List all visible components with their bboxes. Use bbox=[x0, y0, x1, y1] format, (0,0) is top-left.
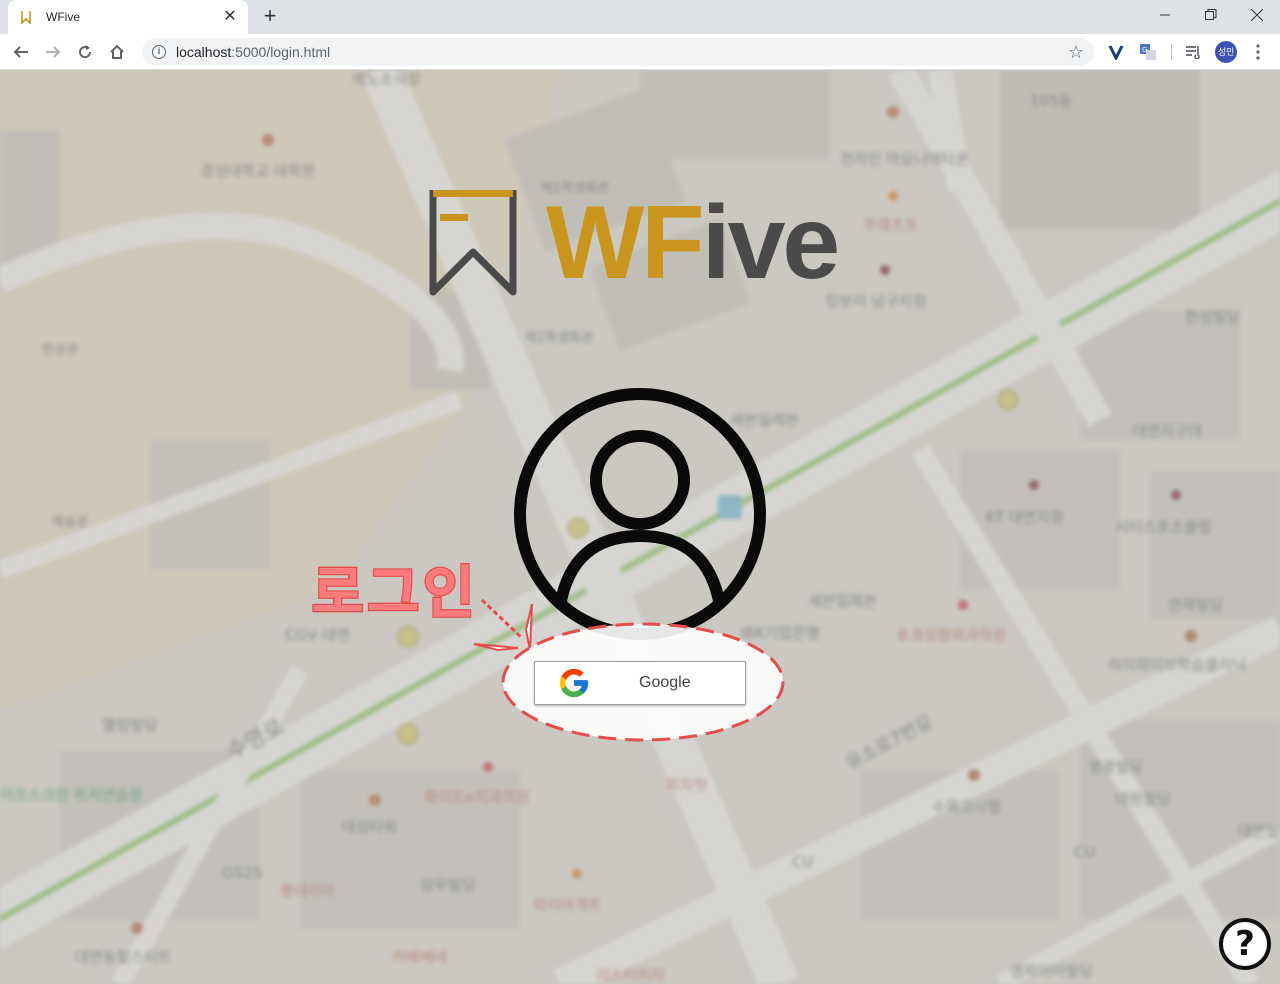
toolbar-separator bbox=[1171, 44, 1172, 60]
new-tab-button[interactable]: + bbox=[258, 5, 282, 29]
svg-text:WFive: WFive bbox=[546, 186, 837, 298]
profile-avatar[interactable]: 성민 bbox=[1215, 41, 1237, 63]
bookmark-favicon-icon bbox=[18, 9, 34, 25]
svg-text:G: G bbox=[1142, 46, 1147, 54]
tab-title: WFive bbox=[46, 10, 80, 24]
reload-icon bbox=[79, 45, 92, 59]
google-signin-button[interactable]: Google bbox=[534, 661, 746, 705]
tab-close-icon[interactable]: ✕ bbox=[222, 9, 238, 25]
translate-extension-icon[interactable]: G bbox=[1138, 42, 1158, 62]
login-annotation-text: 로그인 bbox=[311, 560, 479, 626]
minimize-button[interactable] bbox=[1142, 0, 1188, 30]
back-button[interactable] bbox=[8, 39, 34, 65]
browser-tab[interactable]: WFive ✕ bbox=[8, 0, 248, 34]
logo-text-wf: WF bbox=[546, 186, 702, 298]
url-text: localhost:5000/login.html bbox=[176, 44, 330, 60]
forward-button[interactable] bbox=[40, 39, 66, 65]
google-g-icon bbox=[559, 668, 589, 698]
user-profile-icon bbox=[514, 388, 766, 640]
page-viewport: 예노소극장 105동 경성대학교 대학원 천자인 마요니에타운 제1학생회관 푸… bbox=[0, 70, 1280, 984]
url-host: localhost bbox=[176, 44, 232, 60]
wfive-logo: WFive bbox=[429, 186, 840, 298]
close-window-button[interactable] bbox=[1234, 0, 1280, 30]
info-icon[interactable]: i bbox=[152, 45, 166, 59]
help-button[interactable]: ? bbox=[1219, 918, 1271, 970]
address-bar[interactable]: i localhost:5000/login.html ☆ bbox=[142, 38, 1094, 66]
home-icon bbox=[110, 44, 124, 59]
extension-v-icon[interactable] bbox=[1106, 42, 1126, 62]
restore-button[interactable] bbox=[1188, 0, 1234, 30]
bookmark-star-icon[interactable]: ☆ bbox=[1066, 42, 1086, 62]
url-path: :5000/login.html bbox=[231, 44, 331, 60]
menu-kebab-icon[interactable] bbox=[1248, 42, 1268, 62]
forward-arrow-icon bbox=[46, 46, 61, 58]
reload-button[interactable] bbox=[72, 39, 98, 65]
browser-toolbar: i localhost:5000/login.html ☆ G 성민 bbox=[0, 34, 1280, 70]
google-button-label: Google bbox=[639, 674, 691, 691]
back-arrow-icon bbox=[13, 46, 28, 58]
home-button[interactable] bbox=[104, 39, 130, 65]
media-queue-icon[interactable] bbox=[1183, 42, 1203, 62]
tab-strip: WFive ✕ + bbox=[0, 0, 1280, 34]
logo-text-ive: ive bbox=[702, 186, 838, 298]
